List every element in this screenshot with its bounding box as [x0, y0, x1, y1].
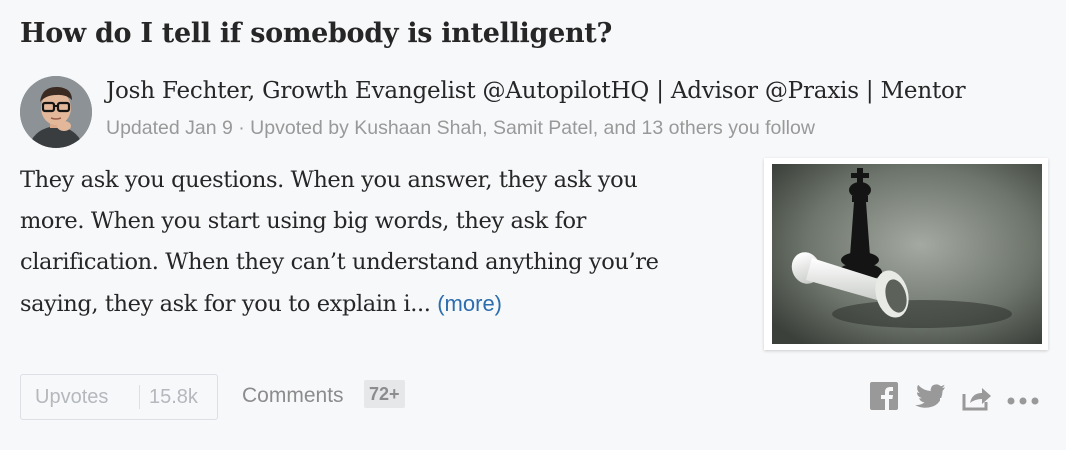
answer-preview[interactable]: They ask you questions. When you answer,… [20, 160, 755, 325]
upvote-label: Upvotes [35, 386, 109, 408]
facebook-icon[interactable] [870, 382, 898, 415]
question-title[interactable]: How do I tell if somebody is intelligent… [20, 18, 612, 49]
user-avatar-photo [20, 76, 92, 148]
upvote-divider [139, 385, 140, 409]
answer-line: clarification. When they can’t understan… [20, 249, 659, 275]
author-credential[interactable]: Josh Fechter, Growth Evangelist @Autopil… [106, 78, 966, 104]
more-link[interactable]: (more) [437, 291, 502, 316]
comments-count-badge[interactable]: 72+ [364, 380, 405, 408]
answer-meta[interactable]: Updated Jan 9 · Upvoted by Kushaan Shah,… [106, 117, 815, 140]
twitter-icon[interactable] [914, 384, 946, 415]
upvote-count: 15.8k [149, 386, 198, 408]
answer-line: They ask you questions. When you answer,… [20, 167, 638, 193]
more-options-icon[interactable] [1006, 393, 1042, 411]
upvote-button[interactable]: Upvotes 15.8k [20, 374, 218, 420]
answer-line-last: saying, they ask for you to explain i...… [20, 283, 755, 325]
comments-link[interactable]: Comments [242, 384, 344, 408]
share-icon[interactable] [962, 385, 992, 416]
answer-line-text: saying, they ask for you to explain i... [20, 291, 431, 317]
answer-card: How do I tell if somebody is intelligent… [0, 0, 1066, 450]
answer-line: more. When you start using big words, th… [20, 208, 587, 234]
chess-pieces-photo [772, 164, 1042, 344]
answer-thumbnail[interactable] [764, 158, 1048, 350]
author-avatar[interactable] [20, 76, 92, 148]
